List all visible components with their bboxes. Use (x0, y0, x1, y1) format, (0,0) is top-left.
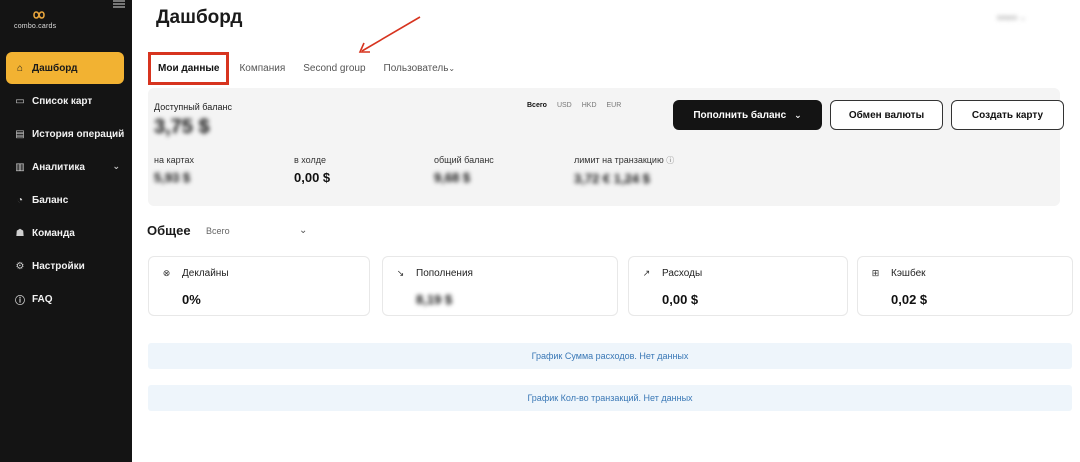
exchange-button[interactable]: Обмен валюты (830, 100, 943, 130)
metric-label: Пополнения (416, 268, 473, 279)
general-filter-select[interactable]: Всего (206, 226, 230, 236)
sidebar-item-team[interactable]: ☗ Команда (0, 217, 132, 249)
sidebar-item-label: История операций (32, 128, 125, 140)
tab-user[interactable]: Пользователь⌄ (384, 63, 456, 74)
gift-icon: ⊞ (871, 268, 880, 278)
sidebar-item-label: Команда (32, 227, 75, 239)
stat-transaction-limit: лимит на транзакцию ⓘ 3,72 € 1,24 $ (574, 155, 674, 186)
stat-label: на картах (154, 155, 194, 165)
infinity-logo-icon (33, 11, 45, 19)
chart-expenses-sum: График Сумма расходов. Нет данных (148, 343, 1072, 369)
info-icon[interactable]: ⓘ (666, 156, 674, 165)
sidebar-item-label: Настройки (32, 260, 85, 272)
page-title: Дашборд (156, 7, 243, 28)
balance-panel: Доступный баланс 3,75 $ Всего USD HKD EU… (148, 88, 1064, 206)
metric-card-declines: ⊗ Деклайны 0% (148, 256, 370, 316)
cards-icon: ▭ (15, 95, 25, 107)
section-title-general: Общее (147, 223, 191, 238)
stat-value: 9,68 $ (434, 170, 471, 185)
brand-name: combo.cards (14, 23, 57, 30)
sidebar-item-label: Аналитика (32, 161, 85, 173)
chevron-down-icon: ⌄ (1019, 13, 1027, 22)
sidebar-item-faq[interactable]: ⓘ FAQ (0, 283, 132, 315)
stat-label-text: лимит на транзакцию (574, 155, 664, 165)
stat-on-hold: в холде 0,00 $ (294, 155, 330, 185)
available-balance-value: 3,75 $ (154, 116, 210, 138)
logo[interactable]: combo.cards (14, 10, 64, 34)
metric-value: 8,19 $ (416, 292, 453, 307)
metric-label: Кэшбек (891, 268, 926, 279)
stat-label: общий баланс (434, 155, 494, 165)
stat-total-balance: общий баланс 9,68 $ (434, 155, 494, 185)
sidebar-item-label: FAQ (32, 293, 53, 305)
sidebar-item-analytics[interactable]: ▥ Аналитика ⌄ (0, 151, 132, 183)
tab-second-group[interactable]: Second group (303, 63, 365, 74)
currency-option-eur[interactable]: EUR (607, 102, 622, 109)
sidebar-item-label: Дашборд (32, 62, 78, 74)
tab-bar: Мои данные Компания Second group Пользов… (148, 50, 473, 86)
sidebar-item-label: Список карт (32, 95, 93, 107)
metric-label: Расходы (662, 268, 703, 279)
sidebar-item-settings[interactable]: ⚙ Настройки (0, 250, 132, 282)
chevron-down-icon[interactable]: ⌄ (299, 225, 307, 236)
sidebar-item-dashboard[interactable]: ⌂ Дашборд (6, 52, 124, 84)
metric-card-expenses: ↗ Расходы 0,00 $ (628, 256, 848, 316)
tab-user-label: Пользователь (383, 62, 449, 74)
decline-icon: ⊗ (162, 268, 171, 278)
currency-option-all[interactable]: Всего (527, 102, 547, 109)
metric-card-topups: ↘ Пополнения 8,19 $ (382, 256, 618, 316)
arrow-up-right-icon: ↗ (642, 268, 651, 278)
menu-toggle-icon[interactable] (113, 0, 125, 8)
currency-option-hkd[interactable]: HKD (582, 102, 597, 109)
chevron-down-icon: ⌄ (794, 109, 802, 120)
currency-filter: Всего USD HKD EUR (527, 102, 631, 109)
sidebar-item-balance[interactable]: ◔ Баланс (0, 184, 132, 216)
stat-on-cards: на картах 5,93 $ (154, 155, 194, 185)
stat-label: лимит на транзакцию ⓘ (574, 155, 674, 166)
stat-value: 3,72 € 1,24 $ (574, 171, 650, 186)
main-content: Дашборд кекин ⌄ Мои данные Компания Seco… (132, 0, 1080, 462)
metric-label: Деклайны (182, 268, 229, 279)
chart-transactions-count: График Кол-во транзакций. Нет данных (148, 385, 1072, 411)
sidebar-item-cards[interactable]: ▭ Список карт (0, 85, 132, 117)
metric-value: 0,02 $ (891, 292, 928, 307)
stat-value: 5,93 $ (154, 170, 191, 185)
available-balance-label: Доступный баланс (154, 102, 232, 112)
tab-company[interactable]: Компания (239, 63, 285, 74)
stat-value: 0,00 $ (294, 170, 331, 185)
home-icon: ⌂ (16, 62, 24, 74)
sidebar-item-label: Баланс (32, 194, 69, 206)
wallet-icon: ◔ (16, 194, 24, 206)
top-up-label: Пополнить баланс (693, 109, 787, 121)
currency-option-usd[interactable]: USD (557, 102, 572, 109)
user-name: кекин (997, 13, 1018, 22)
user-menu[interactable]: кекин ⌄ (997, 13, 1026, 22)
metric-value: 0,00 $ (662, 292, 699, 307)
top-up-button[interactable]: Пополнить баланс ⌄ (673, 100, 822, 130)
create-card-button[interactable]: Создать карту (951, 100, 1064, 130)
app-root: combo.cards ⌂ Дашборд ▭ Список карт ▤ Ис… (0, 0, 1080, 462)
tab-my-data[interactable]: Мои данные (148, 51, 230, 85)
gear-icon: ⚙ (15, 260, 25, 272)
sidebar: combo.cards ⌂ Дашборд ▭ Список карт ▤ Ис… (0, 0, 132, 462)
sidebar-nav: ⌂ Дашборд ▭ Список карт ▤ История операц… (0, 52, 132, 316)
arrow-down-right-icon: ↘ (396, 268, 405, 278)
stat-label: в холде (294, 155, 326, 165)
info-icon: ⓘ (15, 295, 25, 307)
sidebar-item-history[interactable]: ▤ История операций (0, 118, 132, 150)
history-icon: ▤ (15, 128, 25, 140)
chevron-down-icon: ⌄ (448, 63, 456, 73)
chevron-down-icon: ⌄ (112, 161, 120, 171)
metric-value: 0% (182, 292, 201, 307)
metric-card-cashback: ⊞ Кэшбек 0,02 $ (857, 256, 1073, 316)
team-icon: ☗ (15, 227, 25, 239)
chart-icon: ▥ (15, 161, 25, 173)
